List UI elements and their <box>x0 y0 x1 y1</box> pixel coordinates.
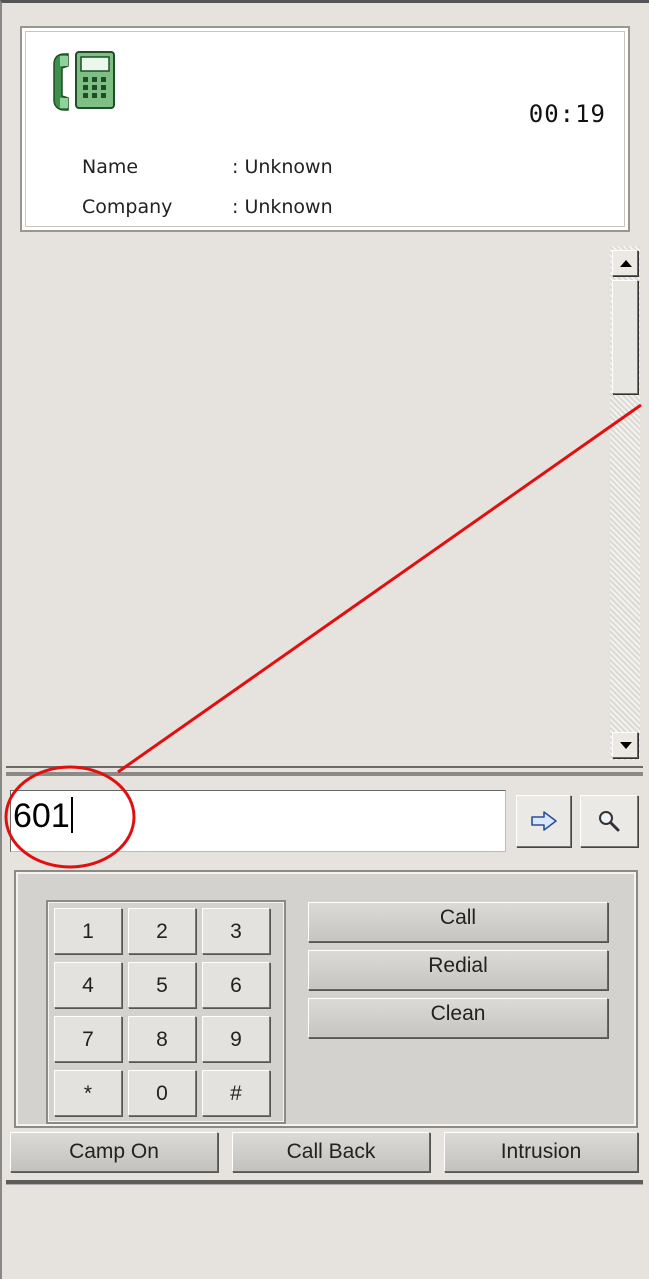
status-bar-divider <box>6 1180 643 1185</box>
camp-on-button[interactable]: Camp On <box>10 1132 218 1172</box>
go-button[interactable] <box>516 795 571 847</box>
vertical-scrollbar[interactable] <box>610 246 640 760</box>
call-log-area <box>6 240 643 768</box>
scroll-up-button[interactable] <box>612 250 638 276</box>
dial-number-value: 601 <box>13 797 70 835</box>
scroll-thumb[interactable] <box>612 280 638 394</box>
name-label: Name <box>82 156 139 178</box>
key-hash[interactable]: # <box>202 1070 270 1116</box>
search-button[interactable] <box>580 795 638 847</box>
key-0[interactable]: 0 <box>128 1070 196 1116</box>
key-2[interactable]: 2 <box>128 908 196 954</box>
call-info-panel: 00:19 Name : Unknown Company : Unknown <box>20 26 630 232</box>
keypad-grid: 1 2 3 4 5 6 7 8 9 * 0 # <box>46 900 286 1124</box>
up-arrow-icon <box>620 260 632 267</box>
call-back-button[interactable]: Call Back <box>232 1132 430 1172</box>
scroll-down-button[interactable] <box>612 732 638 758</box>
magnifier-icon <box>599 811 620 832</box>
key-5[interactable]: 5 <box>128 962 196 1008</box>
key-9[interactable]: 9 <box>202 1016 270 1062</box>
company-label: Company <box>82 196 173 218</box>
desk-phone-icon <box>53 51 115 111</box>
clean-button[interactable]: Clean <box>308 998 608 1038</box>
key-4[interactable]: 4 <box>54 962 122 1008</box>
caller-company-row: Company : Unknown <box>82 196 333 218</box>
call-button[interactable]: Call <box>308 902 608 942</box>
down-arrow-icon <box>620 742 632 749</box>
intrusion-button[interactable]: Intrusion <box>444 1132 638 1172</box>
redial-button[interactable]: Redial <box>308 950 608 990</box>
name-value: : Unknown <box>232 156 333 178</box>
key-star[interactable]: * <box>54 1070 122 1116</box>
keypad-panel: 1 2 3 4 5 6 7 8 9 * 0 # Call Redial Clea… <box>14 870 638 1128</box>
arrow-right-icon <box>530 811 557 831</box>
caller-name-row: Name : Unknown <box>82 156 333 178</box>
company-value: : Unknown <box>232 196 333 218</box>
call-timer: 00:19 <box>528 100 606 128</box>
key-8[interactable]: 8 <box>128 1016 196 1062</box>
key-1[interactable]: 1 <box>54 908 122 954</box>
key-6[interactable]: 6 <box>202 962 270 1008</box>
key-7[interactable]: 7 <box>54 1016 122 1062</box>
dial-number-input[interactable]: 601 <box>10 790 506 852</box>
section-divider <box>6 772 643 776</box>
text-caret <box>70 797 73 833</box>
key-3[interactable]: 3 <box>202 908 270 954</box>
